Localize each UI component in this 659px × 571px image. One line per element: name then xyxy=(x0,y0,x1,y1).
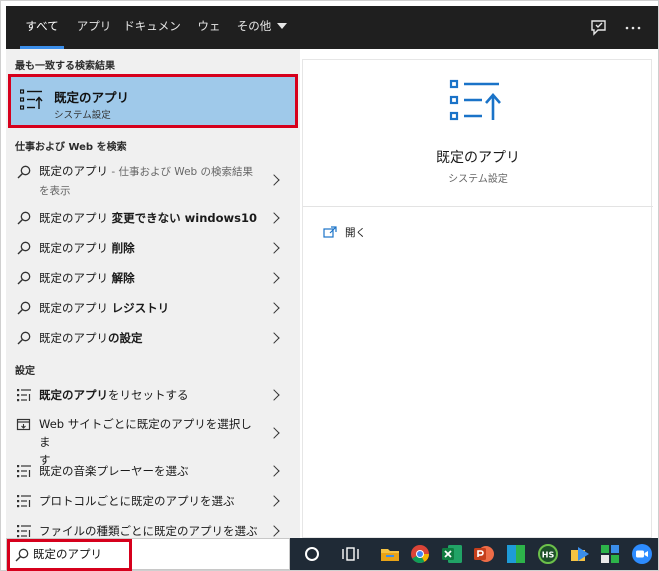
powerpoint-icon[interactable] xyxy=(472,542,496,566)
settings-result-row[interactable]: 既定のアプリをリセットする xyxy=(6,382,300,408)
chevron-right-icon xyxy=(268,332,280,344)
results-panel: 最も一致する検索結果 既定のアプリ システム設定 仕事および Web を検索 既… xyxy=(6,49,300,538)
search-window: すべて アプリ ドキュメント ウェブ その他 最も一致する検索結果 xyxy=(0,0,659,571)
web-result-label: 既定のアプリ 変更できない windows10 xyxy=(39,211,258,225)
web-result-label: 既定のアプリ 削除 xyxy=(39,241,135,255)
settings-result-label: プロトコルごとに既定のアプリを選ぶ xyxy=(39,494,235,508)
settings-result-label: ファイルの種類ごとに既定のアプリを選ぶ xyxy=(39,524,258,538)
web-result-row[interactable]: 既定のアプリ レジストリ xyxy=(6,295,300,321)
svg-text:HS: HS xyxy=(542,551,555,560)
chevron-right-icon xyxy=(268,302,280,314)
search-icon xyxy=(17,165,31,179)
web-result-label: 既定のアプリ - 仕事および Web の検索結果 を表示 xyxy=(39,164,254,197)
search-box[interactable] xyxy=(6,538,290,570)
chrome-icon[interactable] xyxy=(408,542,432,566)
puzzle-app-icon[interactable] xyxy=(598,542,622,566)
search-icon xyxy=(17,211,31,225)
chevron-right-icon xyxy=(268,427,280,439)
search-icon xyxy=(17,241,31,255)
list-settings-icon xyxy=(17,495,31,508)
best-match-title: 既定のアプリ xyxy=(54,90,130,105)
best-match-subtitle: システム設定 xyxy=(54,110,111,121)
app-tile-icon[interactable] xyxy=(504,542,528,566)
tab-more-label: その他 xyxy=(236,19,272,33)
send-icon[interactable] xyxy=(568,542,592,566)
open-icon xyxy=(323,226,337,238)
settings-result-row[interactable]: ファイルの種類ごとに既定のアプリを選ぶ xyxy=(6,518,300,538)
scope-tab-bar: すべて アプリ ドキュメント ウェブ その他 xyxy=(6,6,658,73)
preview-subtitle: システム設定 xyxy=(448,174,508,185)
best-match-result[interactable]: 既定のアプリ システム設定 xyxy=(8,74,298,128)
chevron-right-icon xyxy=(268,212,280,224)
settings-result-label: 既定のアプリをリセットする xyxy=(39,388,189,402)
list-settings-icon xyxy=(17,389,31,402)
chevron-down-icon xyxy=(277,23,288,29)
tab-more[interactable]: その他 xyxy=(236,6,288,49)
list-settings-icon xyxy=(17,525,31,538)
settings-result-row[interactable]: 既定の音楽プレーヤーを選ぶ xyxy=(6,458,300,484)
chevron-right-icon xyxy=(268,242,280,254)
web-result-label: 既定のアプリ レジストリ xyxy=(39,301,170,315)
chevron-right-icon xyxy=(268,272,280,284)
excel-icon[interactable] xyxy=(440,542,464,566)
feedback-icon[interactable] xyxy=(587,16,611,40)
best-match-heading: 最も一致する検索結果 xyxy=(15,61,115,72)
chevron-right-icon xyxy=(268,495,280,507)
preview-panel: 既定のアプリ システム設定 開く xyxy=(302,59,653,538)
more-options-icon[interactable] xyxy=(621,16,645,40)
chevron-right-icon xyxy=(268,389,280,401)
task-view-icon[interactable] xyxy=(338,542,362,566)
divider xyxy=(303,206,653,207)
hs-app-icon[interactable]: HS xyxy=(536,542,560,566)
search-icon xyxy=(17,271,31,285)
settings-result-row[interactable]: プロトコルごとに既定のアプリを選ぶ xyxy=(6,488,300,514)
tab-apps[interactable]: アプリ xyxy=(76,6,112,49)
web-result-row[interactable]: 既定のアプリの設定 xyxy=(6,325,300,351)
web-section-heading: 仕事および Web を検索 xyxy=(15,142,127,153)
web-result-row[interactable]: 既定のアプリ 削除 xyxy=(6,235,300,261)
web-result-row[interactable]: 既定のアプリ 解除 xyxy=(6,265,300,291)
chevron-right-icon xyxy=(268,465,280,477)
chevron-right-icon xyxy=(268,174,280,186)
cortana-icon[interactable] xyxy=(300,542,324,566)
preview-title: 既定のアプリ xyxy=(436,150,520,166)
tab-documents[interactable]: ドキュメント xyxy=(122,6,182,73)
default-apps-icon xyxy=(449,78,505,128)
search-icon xyxy=(15,548,29,562)
list-settings-icon xyxy=(17,465,31,478)
taskbar: HS xyxy=(290,538,658,570)
chevron-right-icon xyxy=(268,525,280,537)
file-explorer-icon[interactable] xyxy=(378,542,402,566)
web-result-row[interactable]: 既定のアプリ 変更できない windows10 xyxy=(6,205,300,231)
settings-result-label: 既定の音楽プレーヤーを選ぶ xyxy=(39,464,189,478)
settings-section-heading: 設定 xyxy=(15,366,35,377)
web-app-icon xyxy=(16,418,31,431)
zoom-icon[interactable] xyxy=(630,542,654,566)
search-input[interactable] xyxy=(33,544,273,564)
search-icon xyxy=(17,301,31,315)
default-apps-icon xyxy=(19,89,44,115)
tab-all[interactable]: すべて xyxy=(16,6,68,49)
web-result-row[interactable]: 既定のアプリ - 仕事および Web の検索結果 を表示 xyxy=(6,160,300,200)
tab-web[interactable]: ウェブ xyxy=(192,6,226,73)
search-icon xyxy=(17,331,31,345)
web-result-label: 既定のアプリ 解除 xyxy=(39,271,135,285)
settings-result-row[interactable]: Web サイトごとに既定のアプリを選択します xyxy=(6,412,300,467)
open-label: 開く xyxy=(345,227,366,239)
web-result-label: 既定のアプリの設定 xyxy=(39,331,143,345)
